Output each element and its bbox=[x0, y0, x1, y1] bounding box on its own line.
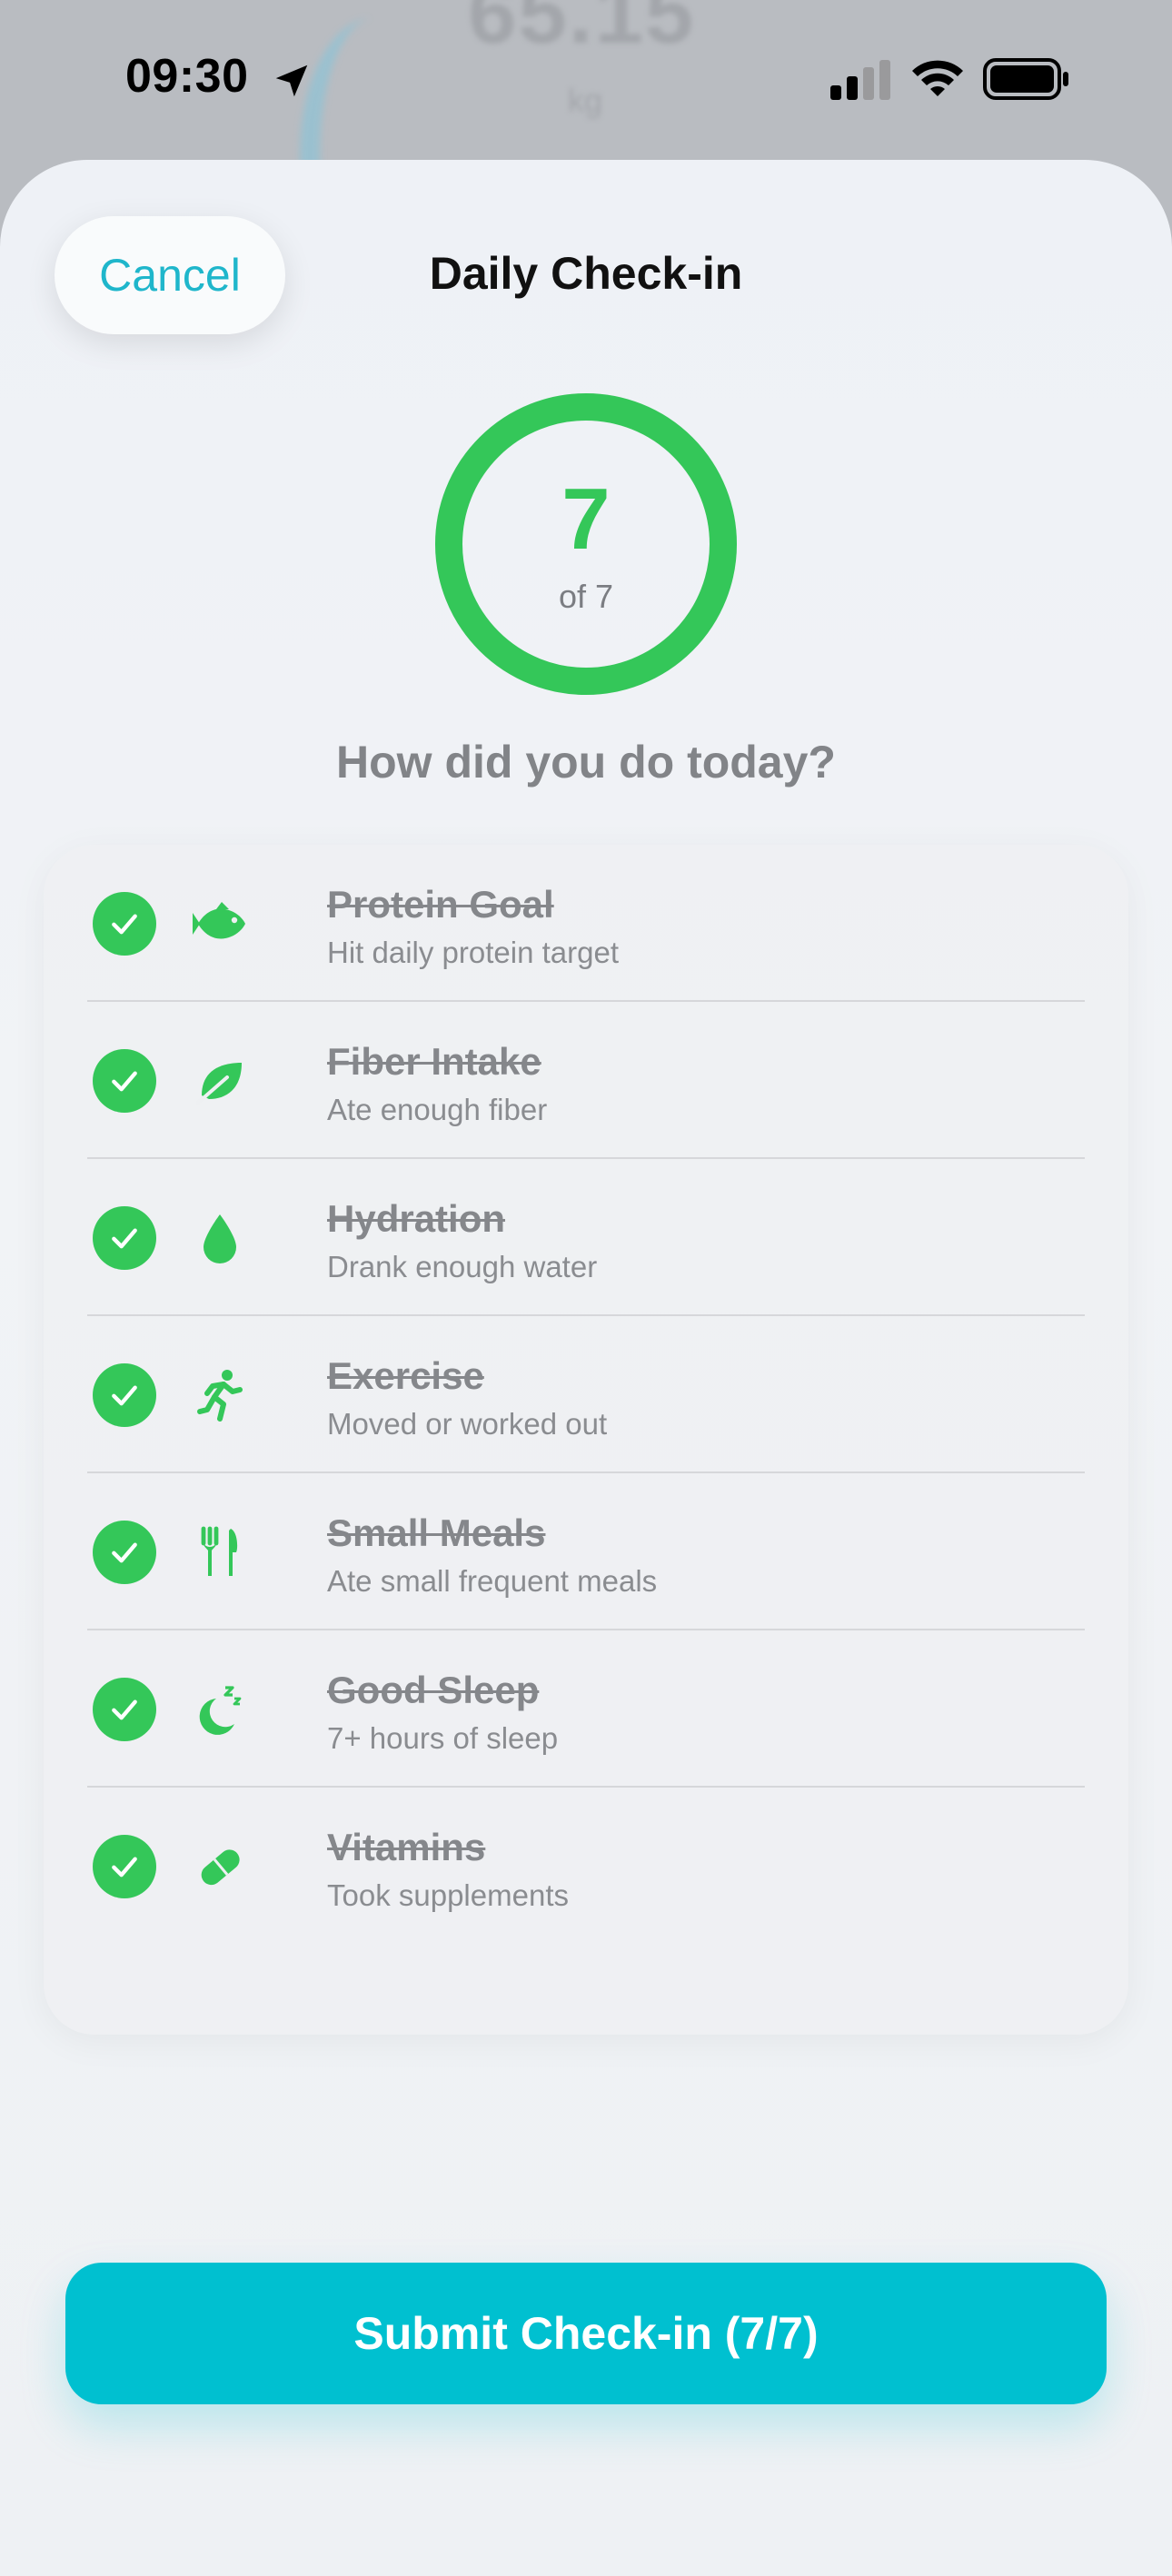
item-title: Vitamins bbox=[327, 1826, 486, 1868]
check-in-question: How did you do today? bbox=[336, 737, 836, 788]
location-arrow-icon bbox=[275, 64, 308, 97]
checkmark-circle-icon[interactable] bbox=[93, 1521, 156, 1584]
item-subtitle: Ate small frequent meals bbox=[327, 1564, 658, 1598]
status-time: 09:30 bbox=[125, 50, 249, 103]
item-title: Hydration bbox=[327, 1197, 506, 1240]
checklist-card: Protein Goal Hit daily protein target Fi… bbox=[44, 845, 1128, 2035]
list-item-fiber-intake[interactable]: Fiber Intake Ate enough fiber bbox=[87, 1002, 1085, 1159]
leaf-icon bbox=[196, 1063, 242, 1105]
wifi-icon bbox=[912, 60, 963, 96]
running-figure-icon bbox=[197, 1370, 243, 1422]
checkmark-circle-icon[interactable] bbox=[93, 1049, 156, 1113]
item-title: Fiber Intake bbox=[327, 1040, 541, 1083]
fish-icon bbox=[193, 902, 245, 939]
item-title: Exercise bbox=[327, 1354, 484, 1397]
item-subtitle: Drank enough water bbox=[327, 1250, 598, 1283]
list-item-small-meals[interactable]: Small Meals Ate small frequent meals bbox=[87, 1473, 1085, 1630]
moon-zzz-icon bbox=[199, 1686, 242, 1735]
list-item-good-sleep[interactable]: Good Sleep 7+ hours of sleep bbox=[87, 1630, 1085, 1788]
item-subtitle: Hit daily protein target bbox=[327, 936, 619, 969]
pill-icon bbox=[201, 1849, 240, 1886]
progress-completed-count: 7 bbox=[561, 471, 611, 568]
item-title: Protein Goal bbox=[327, 883, 554, 926]
item-subtitle: Ate enough fiber bbox=[327, 1093, 548, 1126]
item-title: Good Sleep bbox=[327, 1669, 540, 1711]
item-title: Small Meals bbox=[327, 1511, 546, 1554]
checkmark-circle-icon[interactable] bbox=[93, 1678, 156, 1741]
battery-icon bbox=[983, 58, 1068, 100]
list-item-vitamins[interactable]: Vitamins Took supplements bbox=[87, 1788, 1085, 1945]
list-item-protein-goal[interactable]: Protein Goal Hit daily protein target bbox=[87, 845, 1085, 1002]
check-in-sheet: Cancel Daily Check-in 7 of 7 How did you… bbox=[0, 160, 1172, 2576]
item-subtitle: Moved or worked out bbox=[327, 1407, 608, 1441]
checkmark-circle-icon[interactable] bbox=[93, 1363, 156, 1427]
checkmark-circle-icon[interactable] bbox=[93, 1835, 156, 1898]
cellular-signal-icon bbox=[830, 60, 890, 100]
water-drop-icon bbox=[204, 1214, 236, 1263]
status-bar: 09:30 bbox=[0, 0, 1172, 160]
progress-total-label: of 7 bbox=[558, 578, 614, 615]
item-subtitle: Took supplements bbox=[327, 1878, 569, 1912]
list-item-exercise[interactable]: Exercise Moved or worked out bbox=[87, 1316, 1085, 1473]
sheet-title: Daily Check-in bbox=[429, 248, 743, 299]
item-subtitle: 7+ hours of sleep bbox=[327, 1721, 559, 1755]
checkmark-circle-icon[interactable] bbox=[93, 892, 156, 956]
checkmark-circle-icon[interactable] bbox=[93, 1206, 156, 1270]
submit-check-in-button[interactable]: Submit Check-in (7/7) bbox=[65, 2263, 1107, 2404]
fork-knife-icon bbox=[201, 1526, 238, 1576]
list-item-hydration[interactable]: Hydration Drank enough water bbox=[87, 1159, 1085, 1316]
